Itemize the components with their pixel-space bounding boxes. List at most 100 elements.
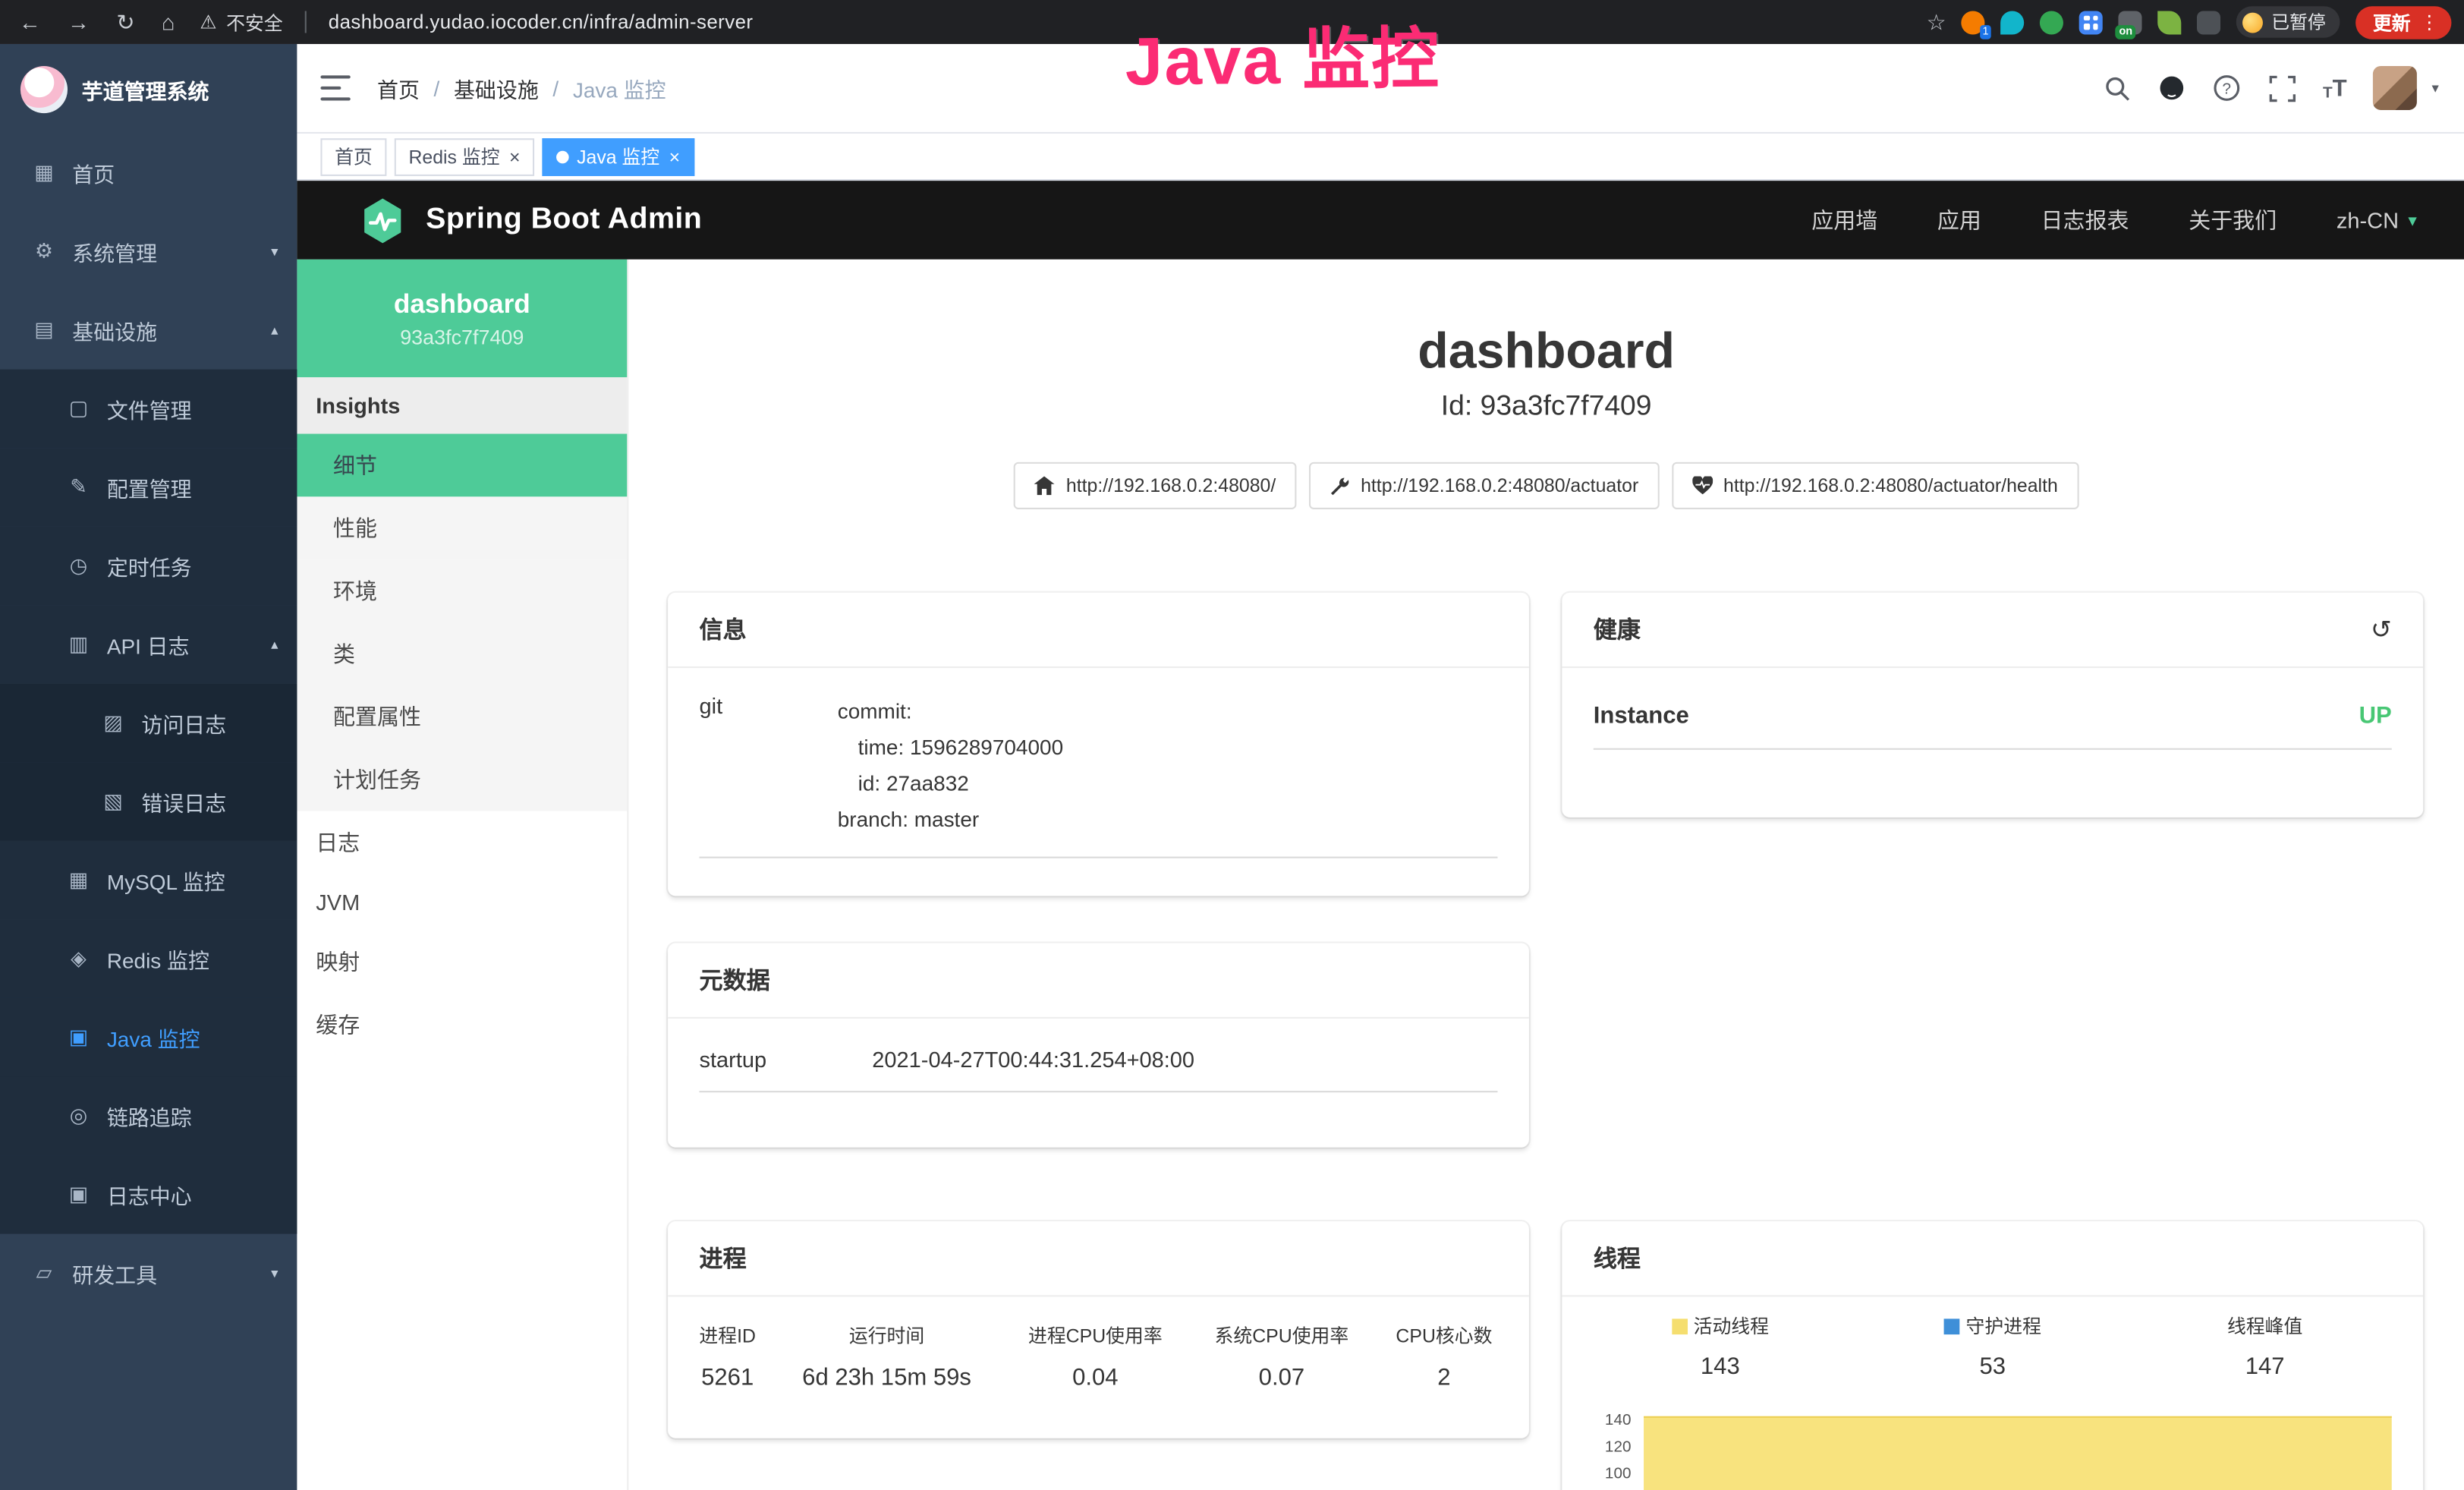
error-log-icon: ▧	[101, 789, 126, 814]
extension-switch-icon[interactable]: on	[2119, 10, 2142, 33]
history-icon[interactable]: ↺	[2371, 614, 2392, 645]
threads-chart-yaxis: 140 120 100	[1584, 1399, 1641, 1490]
metadata-card-body: startup 2021-04-27T00:44:31.254+08:00	[668, 1019, 1529, 1092]
tab-home[interactable]: 首页	[320, 137, 386, 175]
browser-right: ☆ 1 on 已暂停 更新 ⋮	[1927, 5, 2464, 38]
reload-icon[interactable]: ↻	[116, 8, 134, 35]
sidebar-item-scheduled-jobs[interactable]: ◷ 定时任务	[0, 527, 297, 606]
sidebar-item-redis-monitor[interactable]: ◈ Redis 监控	[0, 919, 297, 998]
sidebar-item-mysql-monitor[interactable]: ▦ MySQL 监控	[0, 841, 297, 920]
sidebar-item-label: Redis 监控	[107, 943, 278, 974]
help-icon[interactable]: ?	[2213, 74, 2241, 102]
sidebar-item-log-center[interactable]: ▣ 日志中心	[0, 1155, 297, 1234]
link-label: http://192.168.0.2:48080/actuator/health	[1723, 474, 2058, 496]
search-icon[interactable]	[2103, 74, 2131, 102]
tab-label: Java 监控	[577, 143, 659, 169]
forward-icon[interactable]: →	[68, 9, 90, 34]
sba-item-details[interactable]: 细节	[297, 434, 627, 497]
sba-item-classes[interactable]: 类	[297, 622, 627, 685]
legend-label: 守护进程	[1966, 1312, 2041, 1339]
extension-green-icon[interactable]	[2041, 10, 2064, 33]
avatar[interactable]	[2374, 66, 2418, 110]
font-size-icon[interactable]: TT	[2323, 74, 2347, 101]
breadcrumb-home[interactable]: 首页	[377, 72, 420, 103]
extension-grid-icon[interactable]	[2080, 10, 2104, 33]
extension-leaf-icon[interactable]	[2158, 10, 2182, 33]
actuator-url-link[interactable]: http://192.168.0.2:48080/actuator	[1309, 462, 1659, 509]
threads-chart: 140 120 100	[1584, 1399, 2401, 1490]
sba-instance-header[interactable]: dashboard 93a3fc7f7409	[297, 260, 627, 377]
sidebar-item-tracing[interactable]: ◎ 链路追踪	[0, 1076, 297, 1155]
collapse-sidebar-icon[interactable]	[320, 75, 350, 100]
health-url-link[interactable]: http://192.168.0.2:48080/actuator/health	[1672, 462, 2079, 509]
status-badge: UP	[2359, 703, 2392, 729]
process-col-header: 系统CPU使用率	[1188, 1309, 1375, 1355]
sidebar-item-api-logs[interactable]: ▥ API 日志 ▴	[0, 605, 297, 684]
sidebar-item-label: 日志中心	[107, 1179, 278, 1210]
git-line: commit:	[838, 693, 1063, 729]
git-line: time: 1596289704000	[838, 729, 1063, 766]
health-card-body: Instance UP	[1562, 668, 2423, 750]
y-tick: 140	[1605, 1413, 1632, 1430]
sba-item-logs[interactable]: 日志	[297, 811, 627, 874]
service-url-link[interactable]: http://192.168.0.2:48080/	[1015, 462, 1297, 509]
sidebar-item-system[interactable]: ⚙ 系统管理 ▾	[0, 213, 297, 291]
instance-id-line: Id: 93a3fc7f7409	[628, 390, 2464, 423]
health-row[interactable]: Instance UP	[1594, 703, 2392, 750]
sba-section-insights[interactable]: Insights	[297, 377, 627, 434]
sidebar-item-home[interactable]: ▦ 首页	[0, 134, 297, 213]
breadcrumb-infrastructure[interactable]: 基础设施	[454, 72, 539, 103]
sidebar-item-java-monitor[interactable]: ▣ Java 监控	[0, 998, 297, 1077]
threads-card-body: 活动线程 143 守护进程 53	[1562, 1296, 2423, 1490]
app-title: 芋道管理系统	[82, 73, 209, 104]
sba-item-jvm[interactable]: JVM	[297, 874, 627, 931]
tab-redis-monitor[interactable]: Redis 监控 ×	[395, 137, 534, 175]
sba-nav-about[interactable]: 关于我们	[2189, 204, 2277, 235]
sidebar-item-dev-tools[interactable]: ▱ 研发工具 ▾	[0, 1234, 297, 1313]
address-bar[interactable]: ⚠ 不安全 dashboard.yudao.iocoder.cn/infra/a…	[200, 8, 753, 35]
sba-item-mappings[interactable]: 映射	[297, 931, 627, 994]
process-value: 5261	[684, 1355, 772, 1400]
browser-home-icon[interactable]: ⌂	[162, 9, 175, 34]
sba-nav-journal[interactable]: 日志报表	[2041, 204, 2129, 235]
url-text[interactable]: dashboard.yudao.iocoder.cn/infra/admin-s…	[329, 11, 754, 33]
close-icon[interactable]: ×	[509, 147, 521, 166]
sidebar-item-access-logs[interactable]: ▨ 访问日志	[0, 684, 297, 763]
sidebar-item-label: 首页	[72, 157, 278, 188]
sba-header: Spring Boot Admin 应用墙 应用 日志报表 关于我们 zh-CN…	[297, 181, 2464, 260]
sba-nav-wallboard[interactable]: 应用墙	[1811, 204, 1877, 235]
sidebar-item-config-management[interactable]: ✎ 配置管理	[0, 448, 297, 527]
sidebar-item-label: 配置管理	[107, 471, 278, 502]
back-icon[interactable]: ←	[19, 9, 41, 34]
sidebar-item-label: 定时任务	[107, 550, 278, 581]
sba-item-environment[interactable]: 环境	[297, 559, 627, 622]
sidebar-item-file-management[interactable]: ▢ 文件管理	[0, 370, 297, 449]
process-value: 0.04	[1002, 1355, 1189, 1400]
sba-item-metrics[interactable]: 性能	[297, 496, 627, 559]
bookmark-star-icon[interactable]: ☆	[1927, 8, 1946, 35]
fullscreen-icon[interactable]	[2268, 74, 2296, 102]
sba-item-config-props[interactable]: 配置属性	[297, 685, 627, 748]
java-icon: ▣	[66, 1025, 91, 1050]
legend-value: 147	[2129, 1353, 2401, 1380]
browser-menu-icon[interactable]: ⋮	[2420, 11, 2439, 33]
github-icon[interactable]	[2158, 74, 2186, 102]
sba-nav-applications[interactable]: 应用	[1937, 204, 1981, 235]
sba-item-scheduled-tasks[interactable]: 计划任务	[297, 748, 627, 811]
profile-paused-chip[interactable]: 已暂停	[2237, 6, 2340, 37]
extensions-puzzle-icon[interactable]	[2198, 10, 2221, 33]
extension-orange-icon[interactable]: 1	[1962, 10, 1985, 33]
process-card-body: 进程ID 运行时间 进程CPU使用率 系统CPU使用率 CPU核心数 5261 …	[668, 1296, 1529, 1400]
sidebar-item-infrastructure[interactable]: ▤ 基础设施 ▴	[0, 291, 297, 370]
tab-java-monitor[interactable]: Java 监控 ×	[543, 137, 694, 175]
sba-item-caches[interactable]: 缓存	[297, 994, 627, 1057]
process-card-header: 进程	[668, 1221, 1529, 1296]
extension-pin-icon[interactable]	[2001, 10, 2025, 33]
update-button[interactable]: 更新 ⋮	[2355, 5, 2451, 38]
svg-text:?: ?	[2223, 80, 2232, 97]
sba-locale-select[interactable]: zh-CN ▾	[2337, 207, 2417, 232]
sidebar-item-error-logs[interactable]: ▧ 错误日志	[0, 762, 297, 841]
avatar-caret-icon[interactable]: ▾	[2431, 80, 2438, 97]
legend-peak-threads: 线程峰值 147	[2129, 1312, 2401, 1380]
close-icon[interactable]: ×	[669, 147, 681, 166]
